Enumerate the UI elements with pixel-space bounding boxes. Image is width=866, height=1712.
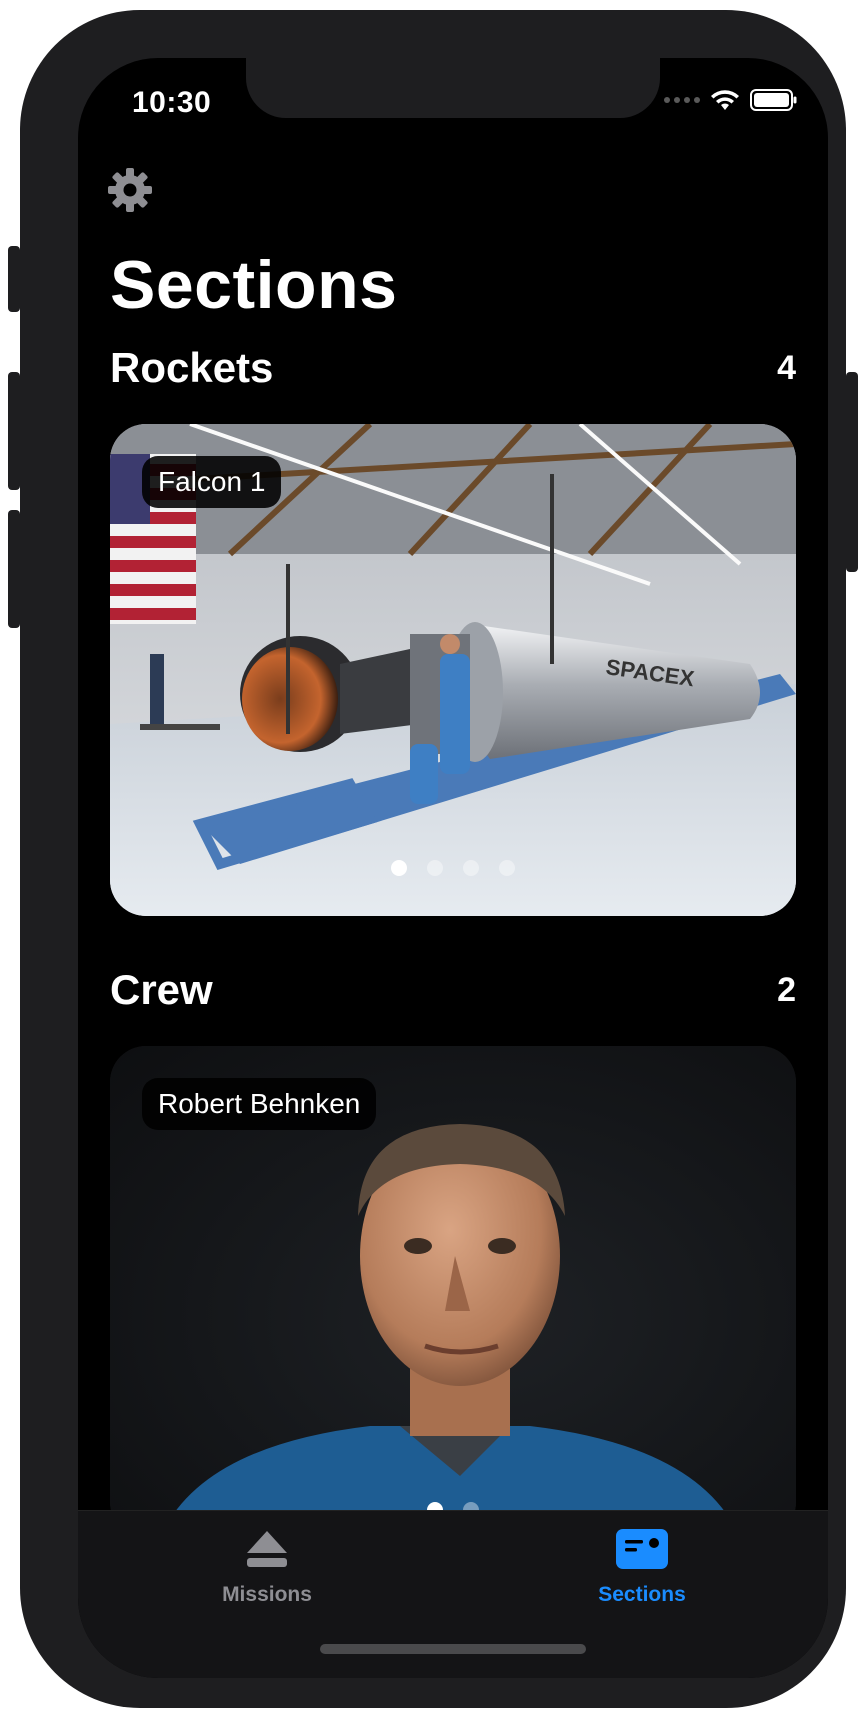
power-button	[846, 372, 858, 572]
section-title: Rockets	[110, 344, 274, 391]
rocket-name-label: Falcon 1	[142, 456, 282, 508]
home-indicator[interactable]	[320, 1644, 586, 1654]
status-time: 10:30	[132, 86, 212, 119]
page-dot-3[interactable]	[463, 860, 479, 876]
screen: 10:30 Sections Rockets 4 SPACEX Falcon 1…	[78, 58, 828, 1678]
page-dot-4[interactable]	[499, 860, 515, 876]
battery-icon	[750, 89, 797, 111]
section-count: 4	[777, 348, 796, 387]
page-title: Sections	[110, 247, 398, 323]
tab-label: Missions	[222, 1583, 312, 1606]
section-title: Crew	[110, 966, 213, 1013]
volume-up-button	[8, 372, 20, 490]
mute-switch	[8, 246, 20, 312]
section-header-crew: Crew 2	[110, 966, 796, 1014]
section-header-rockets: Rockets 4	[110, 344, 796, 392]
tab-label: Sections	[598, 1583, 686, 1606]
page-dot-1[interactable]	[391, 860, 407, 876]
crew-name-label: Robert Behnken	[142, 1078, 377, 1130]
id-card-icon	[616, 1529, 668, 1569]
volume-down-button	[8, 510, 20, 628]
tab-sections[interactable]: Sections	[552, 1529, 732, 1607]
tab-missions[interactable]: Missions	[177, 1529, 357, 1607]
page-dot-2[interactable]	[427, 860, 443, 876]
tab-bar: Missions Sections	[78, 1510, 828, 1678]
gear-icon[interactable]	[106, 166, 154, 214]
wifi-icon	[711, 90, 739, 110]
eject-icon	[247, 1531, 287, 1567]
cellular-signal-icon	[664, 97, 700, 103]
rocket-card[interactable]: SPACEX Falcon 1	[110, 424, 796, 916]
crew-card[interactable]: Robert Behnken	[110, 1046, 796, 1538]
status-icons	[664, 88, 798, 112]
phone-frame: 10:30 Sections Rockets 4 SPACEX Falcon 1…	[8, 10, 858, 1708]
section-count: 2	[777, 970, 796, 1009]
rocket-page-indicator[interactable]	[110, 860, 796, 876]
notch	[246, 58, 660, 118]
